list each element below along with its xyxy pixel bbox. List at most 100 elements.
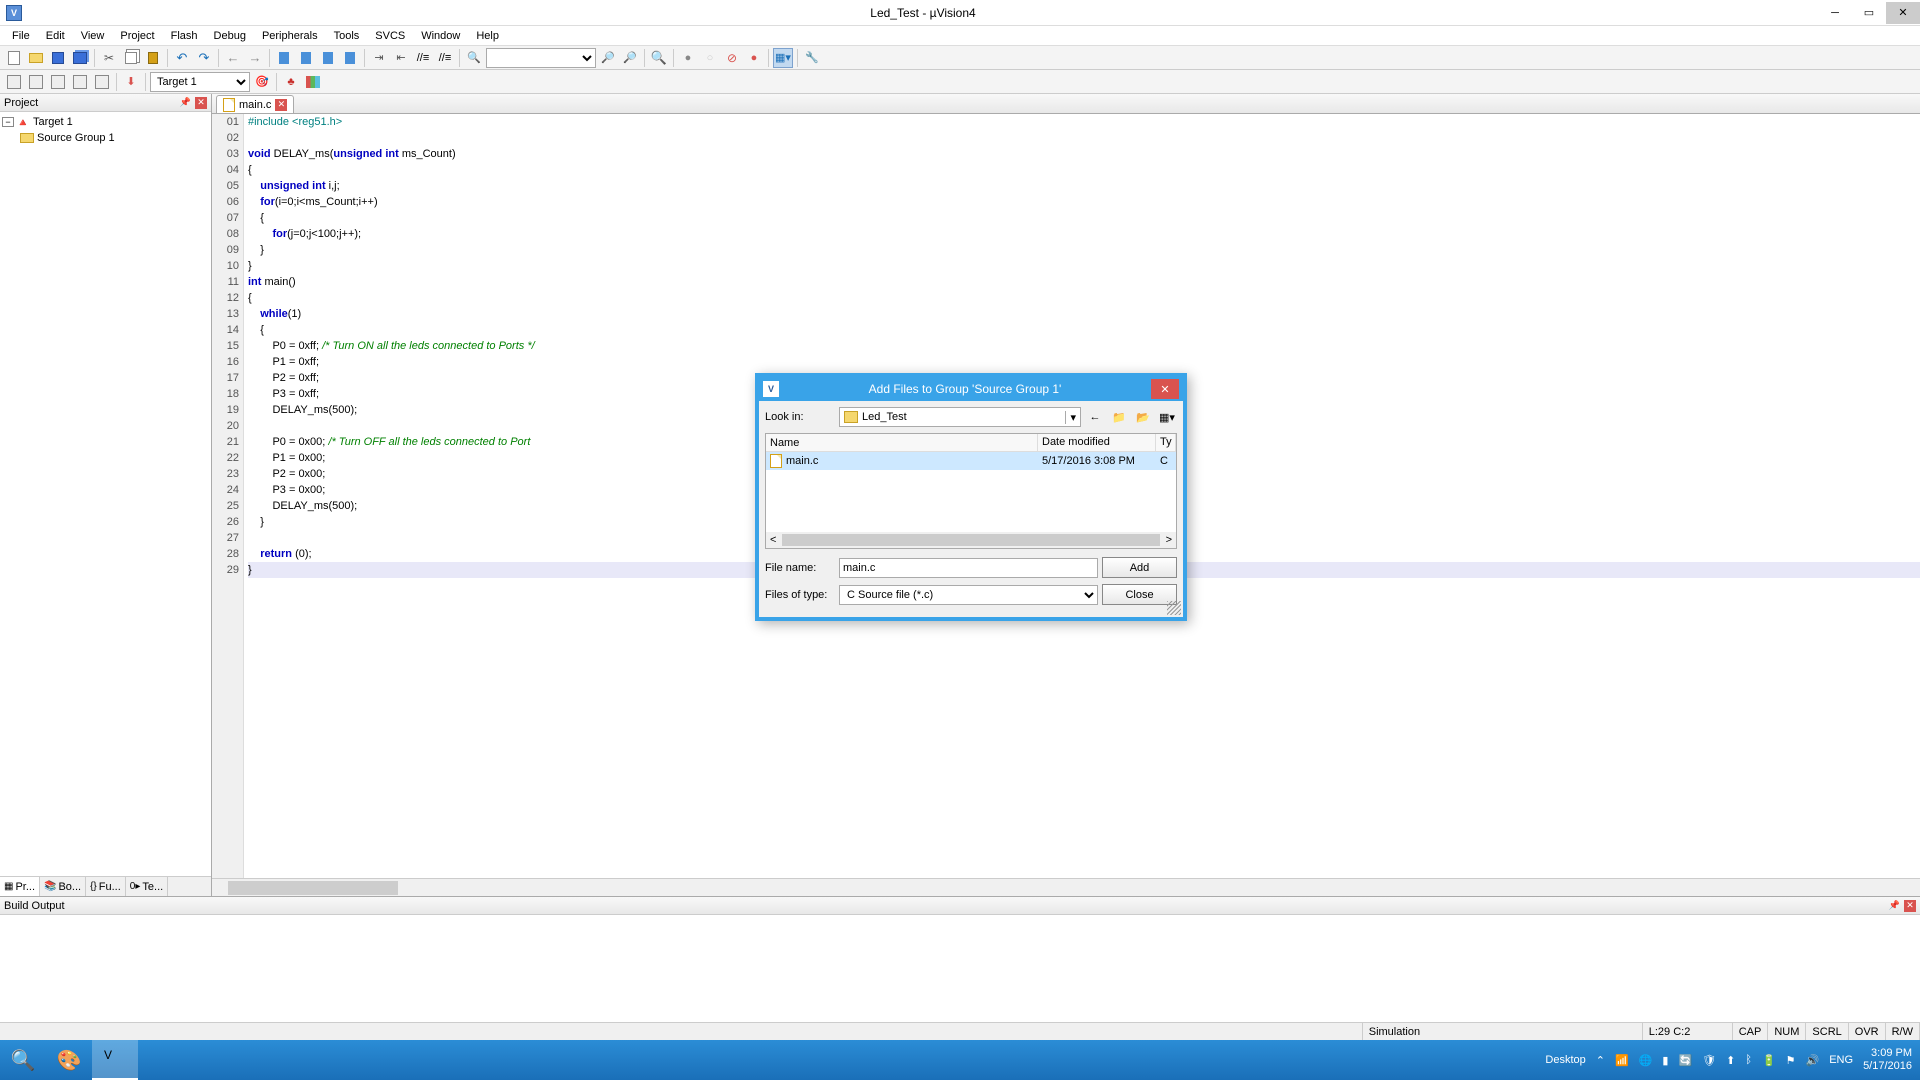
dialog-title-bar[interactable]: V Add Files to Group 'Source Group 1' ✕	[759, 377, 1183, 401]
menu-flash[interactable]: Flash	[163, 28, 206, 44]
nav-up-button[interactable]: 📁	[1109, 407, 1129, 427]
nav-forward-button[interactable]: →	[245, 48, 265, 68]
tab-books[interactable]: 📚 Bo...	[40, 877, 86, 896]
tray-network-icon[interactable]: 🌐	[1639, 1054, 1653, 1067]
rebuild-button[interactable]	[48, 72, 68, 92]
pin-icon[interactable]: 📌	[1889, 900, 1900, 911]
col-name[interactable]: Name	[766, 434, 1038, 451]
col-date[interactable]: Date modified	[1038, 434, 1156, 451]
undo-button[interactable]: ↶	[172, 48, 192, 68]
bookmark-clear-button[interactable]	[340, 48, 360, 68]
find-button[interactable]: 🔎	[598, 48, 618, 68]
menu-debug[interactable]: Debug	[206, 28, 254, 44]
breakpoint-kill-button[interactable]: ●	[744, 48, 764, 68]
copy-button[interactable]	[121, 48, 141, 68]
taskbar-app-1[interactable]: 🔍	[0, 1040, 46, 1080]
save-all-button[interactable]	[70, 48, 90, 68]
editor-tab-main-c[interactable]: main.c ✕	[216, 95, 294, 113]
bookmark-next-button[interactable]	[318, 48, 338, 68]
tray-usb-icon[interactable]: ⬆	[1726, 1054, 1735, 1067]
configure-button[interactable]: 🔧	[802, 48, 822, 68]
find-in-files-button[interactable]: 🔍	[464, 48, 484, 68]
incremental-find-button[interactable]: 🔎	[620, 48, 640, 68]
bookmark-toggle-button[interactable]	[274, 48, 294, 68]
tray-volume-icon[interactable]: 🔊	[1806, 1054, 1820, 1067]
menu-file[interactable]: File	[4, 28, 38, 44]
project-tree[interactable]: − 🔺 Target 1 Source Group 1	[0, 112, 211, 876]
look-in-dropdown[interactable]: Led_Test ▾	[839, 407, 1081, 427]
taskbar-app-uvision[interactable]: V	[92, 1040, 138, 1080]
manage-books-button[interactable]	[303, 72, 323, 92]
cut-button[interactable]: ✂	[99, 48, 119, 68]
dialog-close-button[interactable]: ✕	[1151, 379, 1179, 399]
tray-shield-icon[interactable]: 🛡	[1702, 1054, 1716, 1067]
nav-back-button[interactable]: ←	[1085, 407, 1105, 427]
dropdown-icon[interactable]: ▾	[1065, 411, 1080, 424]
find-dropdown[interactable]	[486, 48, 596, 68]
menu-view[interactable]: View	[73, 28, 113, 44]
tree-group-node[interactable]: Source Group 1	[2, 130, 209, 146]
build-output-body[interactable]	[0, 915, 1920, 1022]
tray-chevron-icon[interactable]: ⌃	[1596, 1054, 1605, 1067]
stop-build-button[interactable]	[92, 72, 112, 92]
debug-button[interactable]: 🔍	[649, 48, 669, 68]
open-file-button[interactable]	[26, 48, 46, 68]
tab-close-button[interactable]: ✕	[275, 99, 287, 111]
tray-bluetooth-icon[interactable]: ᛒ	[1745, 1054, 1752, 1066]
view-menu-button[interactable]: ▦▾	[1157, 407, 1177, 427]
window-layout-button[interactable]: ▦▾	[773, 48, 793, 68]
add-button[interactable]: Add	[1102, 557, 1177, 578]
pin-icon[interactable]: 📌	[180, 97, 191, 108]
target-options-button[interactable]: 🎯	[252, 72, 272, 92]
tab-functions[interactable]: {} Fu...	[86, 877, 126, 896]
tab-project[interactable]: ▦ Pr...	[0, 877, 40, 896]
tray-battery-icon[interactable]: 🔋	[1762, 1054, 1776, 1067]
file-row-main-c[interactable]: main.c 5/17/2016 3:08 PM C	[766, 452, 1176, 470]
batch-build-button[interactable]	[70, 72, 90, 92]
tab-templates[interactable]: 0▸ Te...	[126, 877, 168, 896]
taskbar-app-2[interactable]: 🎨	[46, 1040, 92, 1080]
tray-language[interactable]: ENG	[1829, 1054, 1853, 1066]
tree-collapse-icon[interactable]: −	[2, 117, 14, 127]
unindent-button[interactable]: ⇤	[391, 48, 411, 68]
filename-input[interactable]	[839, 558, 1098, 578]
breakpoint-insert-button[interactable]: ●	[678, 48, 698, 68]
nav-new-folder-button[interactable]: 📂	[1133, 407, 1153, 427]
menu-svcs[interactable]: SVCS	[367, 28, 413, 44]
paste-button[interactable]	[143, 48, 163, 68]
close-dialog-button[interactable]: Close	[1102, 584, 1177, 605]
build-button[interactable]	[26, 72, 46, 92]
panel-close-button[interactable]: ✕	[195, 97, 207, 109]
resize-grip[interactable]	[1167, 601, 1181, 615]
editor-horizontal-scrollbar[interactable]	[212, 878, 1920, 896]
uncomment-button[interactable]: //≡	[435, 48, 455, 68]
new-file-button[interactable]	[4, 48, 24, 68]
target-dropdown[interactable]: Target 1	[150, 72, 250, 92]
maximize-button[interactable]: ▭	[1852, 2, 1886, 24]
tree-target-node[interactable]: − 🔺 Target 1	[2, 114, 209, 130]
breakpoint-disable-button[interactable]: ⊘	[722, 48, 742, 68]
breakpoint-enable-button[interactable]: ○	[700, 48, 720, 68]
tray-signal-icon[interactable]: ▮	[1662, 1054, 1668, 1067]
download-button[interactable]: ⬇	[121, 72, 141, 92]
menu-peripherals[interactable]: Peripherals	[254, 28, 326, 44]
menu-edit[interactable]: Edit	[38, 28, 73, 44]
panel-close-button[interactable]: ✕	[1904, 900, 1916, 912]
comment-button[interactable]: //≡	[413, 48, 433, 68]
menu-tools[interactable]: Tools	[326, 28, 368, 44]
desktop-label[interactable]: Desktop	[1545, 1054, 1585, 1066]
tray-sync-icon[interactable]: 🔄	[1678, 1054, 1692, 1067]
file-extensions-button[interactable]: ♣	[281, 72, 301, 92]
nav-back-button[interactable]: ←	[223, 48, 243, 68]
minimize-button[interactable]: ─	[1818, 2, 1852, 24]
menu-help[interactable]: Help	[468, 28, 507, 44]
save-button[interactable]	[48, 48, 68, 68]
menu-window[interactable]: Window	[413, 28, 468, 44]
tray-flag-icon[interactable]: ⚑	[1786, 1054, 1796, 1067]
indent-button[interactable]: ⇥	[369, 48, 389, 68]
tray-clock[interactable]: 3:09 PM 5/17/2016	[1863, 1047, 1912, 1073]
tray-wifi-icon[interactable]: 📶	[1615, 1054, 1629, 1067]
filetype-dropdown[interactable]: C Source file (*.c)	[839, 585, 1098, 605]
file-list-scrollbar[interactable]: <>	[766, 532, 1176, 548]
bookmark-prev-button[interactable]	[296, 48, 316, 68]
